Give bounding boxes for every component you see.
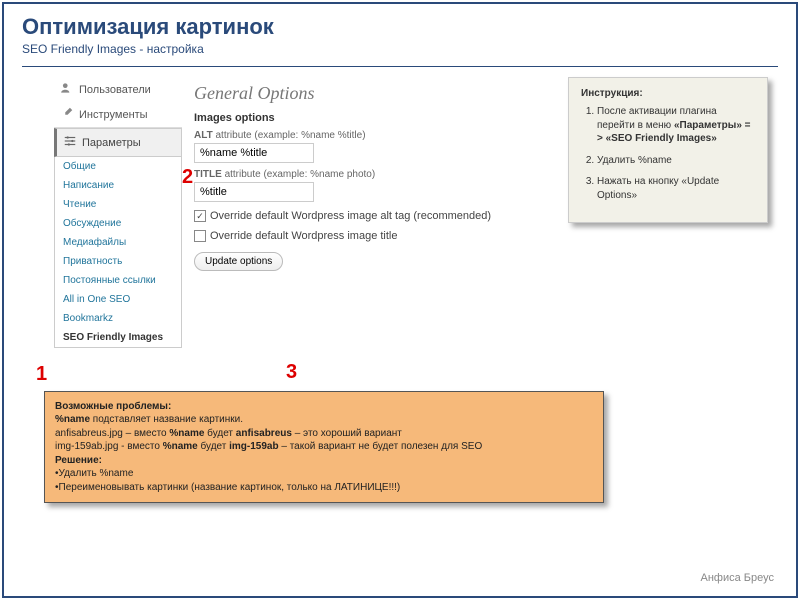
images-options-label: Images options: [194, 112, 534, 124]
wp-main-panel: General Options Images options ALT attri…: [194, 77, 534, 271]
sidebar-submenu: ОбщиеНаписаниеЧтениеОбсуждениеМедиафайлы…: [54, 157, 182, 348]
wp-admin-mock: Пользователи Инструменты Параметры Общие…: [54, 77, 544, 407]
sidebar-sub-item[interactable]: Обсуждение: [55, 214, 181, 233]
checkbox-icon: ✓: [194, 210, 206, 222]
checkbox-icon: [194, 230, 206, 242]
instruction-item: Нажать на кнопку «Update Options»: [597, 175, 755, 202]
step-marker-1: 1: [36, 363, 47, 386]
alt-attr-label: ALT attribute (example: %name %title): [194, 130, 534, 141]
sidebar-item-tools[interactable]: Инструменты: [54, 102, 182, 127]
step-marker-3: 3: [286, 361, 297, 384]
sidebar-sub-item[interactable]: Bookmarkz: [55, 309, 181, 328]
instruction-item: Удалить %name: [597, 154, 755, 168]
sidebar-item-settings[interactable]: Параметры: [54, 128, 182, 157]
sidebar-sub-item[interactable]: Чтение: [55, 195, 181, 214]
sidebar-sub-item[interactable]: Приватность: [55, 252, 181, 271]
sidebar-sub-item[interactable]: Общие: [55, 157, 181, 176]
page-subtitle: SEO Friendly Images - настройка: [22, 42, 778, 56]
tools-icon: [60, 106, 74, 123]
solution-item: Удалить %name: [59, 468, 134, 479]
general-options-heading: General Options: [194, 83, 534, 104]
sidebar-sub-item[interactable]: Медиафайлы: [55, 233, 181, 252]
override-alt-row[interactable]: ✓ Override default Wordpress image alt t…: [194, 210, 534, 222]
instruction-item: После активации плагина перейти в меню «…: [597, 105, 755, 146]
sidebar-item-users[interactable]: Пользователи: [54, 77, 182, 102]
problems-title: Возможные проблемы:: [55, 401, 171, 412]
sidebar-sub-item[interactable]: Постоянные ссылки: [55, 271, 181, 290]
checkbox-label: Override default Wordpress image title: [210, 230, 398, 242]
users-icon: [60, 81, 74, 98]
instructions-title: Инструкция:: [581, 88, 755, 99]
checkbox-label: Override default Wordpress image alt tag…: [210, 210, 491, 222]
sidebar-sub-item[interactable]: All in One SEO: [55, 290, 181, 309]
override-title-row[interactable]: Override default Wordpress image title: [194, 230, 534, 242]
page-title: Оптимизация картинок: [22, 14, 778, 40]
sidebar-sub-item[interactable]: SEO Friendly Images: [55, 328, 181, 347]
title-attr-label: TITLE attribute (example: %name photo): [194, 169, 534, 180]
sidebar-label: Инструменты: [79, 109, 148, 121]
author-name: Анфиса Бреус: [701, 572, 775, 584]
solution-item: Переименовывать картинки (название карти…: [59, 482, 401, 493]
sidebar-sub-item[interactable]: Написание: [55, 176, 181, 195]
sidebar-section-label: Параметры: [82, 137, 141, 149]
solution-title: Решение:: [55, 455, 102, 466]
problems-box: Возможные проблемы: %name подставляет на…: [44, 391, 604, 504]
alt-input[interactable]: [194, 143, 314, 163]
instructions-box: Инструкция: После активации плагина пере…: [568, 77, 768, 223]
sliders-icon: [63, 134, 77, 151]
wp-sidebar: Пользователи Инструменты Параметры Общие…: [54, 77, 182, 348]
sidebar-label: Пользователи: [79, 84, 151, 96]
update-options-button[interactable]: Update options: [194, 252, 283, 271]
step-marker-2: 2: [182, 166, 193, 189]
title-input[interactable]: [194, 182, 314, 202]
